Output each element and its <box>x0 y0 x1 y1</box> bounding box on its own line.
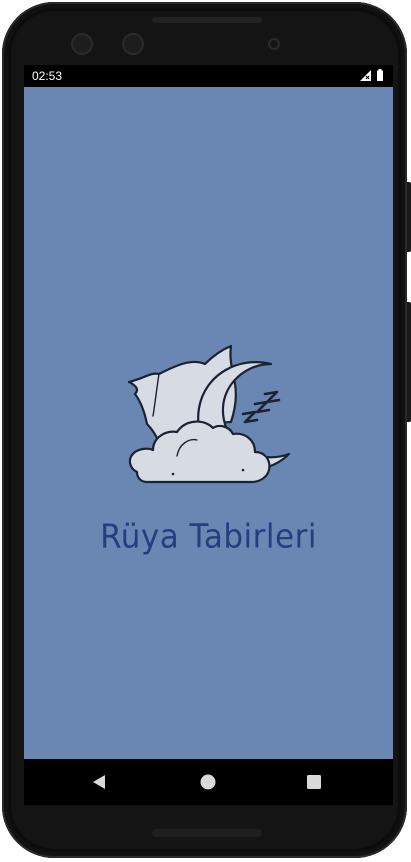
recent-apps-square-icon[interactable] <box>307 775 321 789</box>
status-time: 02:53 <box>32 69 63 83</box>
device-screen: 02:53 Rüya Tabirleri <box>24 65 393 805</box>
volume-button <box>407 302 411 422</box>
power-button <box>407 182 411 252</box>
home-circle-icon[interactable] <box>200 774 216 790</box>
front-camera <box>71 33 93 55</box>
navigation-bar <box>24 759 393 805</box>
sleeping-moon-pillow-cloud-icon <box>127 344 291 484</box>
battery-icon <box>377 69 383 81</box>
splash-screen: Rüya Tabirleri <box>24 87 393 759</box>
proximity-sensor <box>268 38 280 50</box>
app-title: Rüya Tabirleri <box>100 518 317 556</box>
status-bar: 02:53 <box>24 65 393 87</box>
back-triangle-icon[interactable] <box>92 774 106 790</box>
earpiece-speaker <box>152 17 262 23</box>
signal-icon <box>360 70 371 81</box>
bottom-speaker <box>152 829 262 837</box>
front-camera-secondary <box>122 33 144 55</box>
